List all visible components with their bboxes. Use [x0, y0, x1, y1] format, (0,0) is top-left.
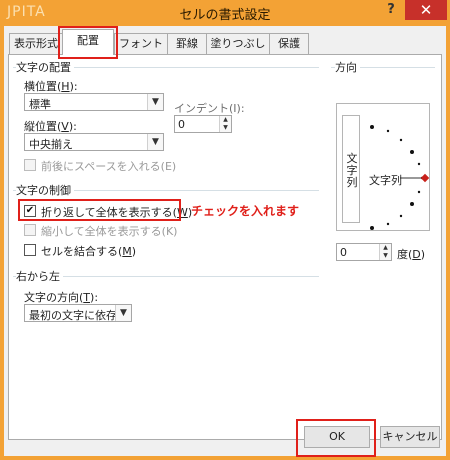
- annotation-text: チェックを入れます: [191, 204, 300, 218]
- merge-cells-checkbox[interactable]: [24, 244, 36, 256]
- direction-value: 最初の文字に依存: [29, 309, 117, 322]
- distributed-label: 前後にスペースを入れる(E): [41, 160, 177, 173]
- cancel-button[interactable]: キャンセル: [380, 426, 440, 448]
- highlight-wrap-text: [18, 199, 181, 221]
- tab-protection[interactable]: 保護: [269, 33, 309, 54]
- degrees-label: 度(D): [397, 248, 426, 261]
- horizontal-select[interactable]: 標準 ▼: [24, 93, 164, 111]
- horizontal-text-sample: 文字列: [369, 174, 402, 187]
- tab-number[interactable]: 表示形式: [9, 33, 63, 54]
- tab-border[interactable]: 罫線: [167, 33, 207, 54]
- rtl-group-label: 右から左: [16, 268, 63, 284]
- alignment-panel: 文字の配置 横位置(H): 標準 ▼ インデント(I): 0 ▲ ▼ 縦位置(V)…: [8, 54, 442, 440]
- dial-mark: [410, 202, 414, 206]
- chevron-down-icon: ▼: [147, 94, 163, 110]
- chevron-down-icon: ▼: [147, 134, 163, 150]
- indent-spinner[interactable]: 0 ▲ ▼: [174, 115, 232, 133]
- spinner-arrows-icon[interactable]: ▲ ▼: [219, 116, 231, 132]
- degrees-value: 0: [340, 246, 347, 259]
- dial-mark: [386, 222, 390, 226]
- highlight-alignment-tab: [58, 26, 118, 59]
- dial-mark: [370, 125, 374, 129]
- dial-mark: [417, 162, 421, 166]
- help-button[interactable]: ?: [378, 0, 404, 20]
- indent-label: インデント(I):: [174, 102, 245, 115]
- orientation-handle: [420, 173, 430, 183]
- horizontal-value: 標準: [29, 98, 51, 111]
- dial-mark: [399, 138, 403, 142]
- text-control-group-label: 文字の制御: [16, 182, 74, 198]
- highlight-ok-button: [296, 419, 376, 457]
- orientation-group-label: 方向: [335, 59, 360, 75]
- vertical-select[interactable]: 中央揃え ▼: [24, 133, 164, 151]
- direction-select[interactable]: 最初の文字に依存 ▼: [24, 304, 132, 322]
- shrink-label: 縮小して全体を表示する(K): [41, 225, 178, 238]
- dialog-body: 表示形式 配置 フォント 罫線 塗りつぶし 保護 文字の配置 横位置(H): 標…: [4, 26, 446, 457]
- vertical-value: 中央揃え: [29, 138, 73, 151]
- dial-mark: [370, 226, 374, 230]
- vertical-label: 縦位置(V):: [24, 120, 77, 133]
- distributed-checkbox[interactable]: [24, 159, 36, 171]
- spinner-arrows-icon[interactable]: ▲ ▼: [379, 244, 391, 260]
- direction-label: 文字の方向(T):: [24, 291, 99, 304]
- dial-mark: [386, 129, 390, 133]
- shrink-checkbox[interactable]: [24, 224, 36, 236]
- close-button[interactable]: ✕: [405, 0, 447, 20]
- degrees-spinner[interactable]: 0 ▲ ▼: [336, 243, 392, 261]
- indent-value: 0: [178, 118, 185, 131]
- orientation-box: 文 字 列 文字列: [336, 103, 430, 231]
- tab-fill[interactable]: 塗りつぶし: [206, 33, 270, 54]
- orientation-dial[interactable]: [337, 104, 431, 232]
- horizontal-label: 横位置(H):: [24, 80, 78, 93]
- dial-mark: [410, 150, 414, 154]
- format-cells-dialog: JPITA セルの書式設定 ? ✕ 表示形式 配置 フォント 罫線 塗りつぶし …: [0, 0, 450, 460]
- dial-mark: [399, 214, 403, 218]
- dial-mark: [417, 190, 421, 194]
- title-bar[interactable]: JPITA セルの書式設定 ? ✕: [0, 0, 450, 26]
- tab-font[interactable]: フォント: [114, 33, 168, 54]
- chevron-down-icon: ▼: [115, 305, 131, 321]
- text-alignment-group-label: 文字の配置: [16, 59, 74, 75]
- merge-cells-label: セルを結合する(M): [41, 245, 137, 258]
